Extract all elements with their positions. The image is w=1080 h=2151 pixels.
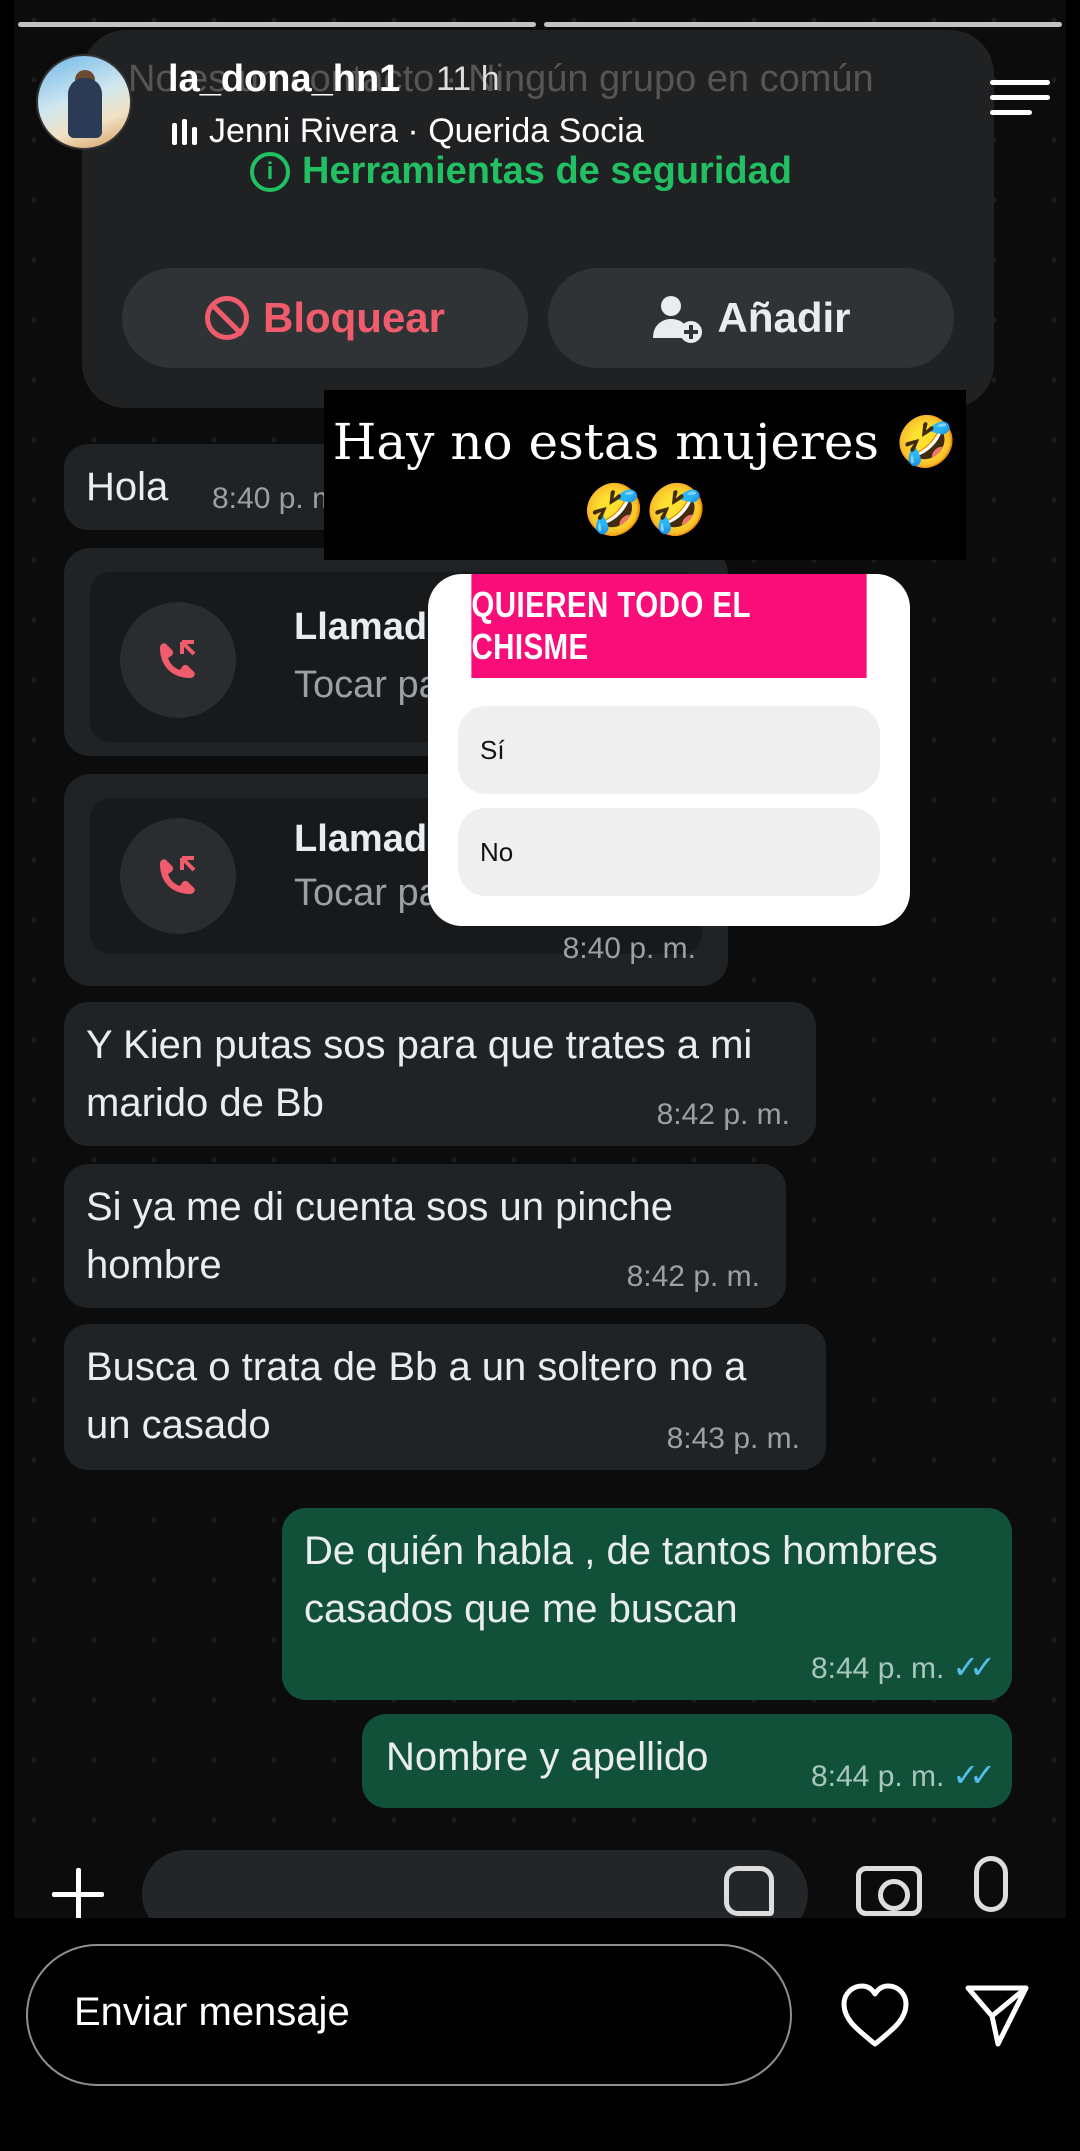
caption-line-1: Hay no estas mujeres 🤣 <box>332 413 958 471</box>
story-progress-bars <box>18 22 1062 27</box>
safety-tools-label: Herramientas de seguridad <box>302 150 792 192</box>
poll-question: QUIEREN TODO EL CHISME <box>471 574 867 678</box>
heart-icon[interactable] <box>838 1980 912 2050</box>
story-caption: Hay no estas mujeres 🤣 🤣🤣 <box>324 390 966 560</box>
message-time: 8:43 p. m. <box>666 1422 800 1455</box>
message-bubble-incoming: Si ya me di cuenta sos un pinche hombre … <box>64 1164 786 1308</box>
microphone-icon <box>974 1856 1008 1931</box>
add-label: Añadir <box>717 294 851 341</box>
caption-line-2: 🤣🤣 <box>582 481 708 539</box>
safety-tools-link: i Herramientas de seguridad <box>250 150 792 193</box>
message-time: 8:44 p. m. <box>810 1760 945 1793</box>
message-time: 8:42 p. m. <box>656 1098 790 1131</box>
message-text: Hola <box>86 465 169 509</box>
story-progress-segment <box>18 22 536 27</box>
missed-call-icon <box>120 602 236 718</box>
poll-option-yes[interactable]: Sí <box>458 706 880 794</box>
read-receipt-icon: ✓✓ <box>952 1757 996 1793</box>
message-bubble-outgoing: De quién habla , de tantos hombres casad… <box>282 1508 1012 1700</box>
sticker-icon <box>724 1866 774 1916</box>
camera-icon <box>856 1866 922 1916</box>
message-time: 8:44 p. m. <box>810 1652 945 1685</box>
missed-call-icon <box>120 818 236 934</box>
message-time: 8:42 p. m. <box>626 1260 760 1293</box>
story-progress-segment <box>544 22 1062 27</box>
add-contact-button: Añadir <box>548 268 954 368</box>
block-button: Bloquear <box>122 268 528 368</box>
story-frame: No es un contacto · Ningún grupo en comú… <box>0 0 1080 1840</box>
send-icon[interactable] <box>962 1980 1032 2050</box>
menu-icon[interactable] <box>990 80 1050 116</box>
music-sticker[interactable]: Jenni Rivera · Querida Socia <box>172 112 644 151</box>
message-bubble-incoming: Hola 8:40 p. m. <box>64 444 364 530</box>
message-bubble-incoming: Y Kien putas sos para que trates a mi ma… <box>64 1002 816 1146</box>
message-text: Nombre y apellido <box>386 1735 709 1779</box>
story-time-ago: 11 h <box>436 60 500 98</box>
story-header: la_dona_hn1 11 h Jenni Rivera · Querida … <box>36 54 1050 154</box>
poll-sticker: QUIEREN TODO EL CHISME Sí No <box>428 574 910 926</box>
info-icon: i <box>250 151 290 192</box>
message-bubble-incoming: Busca o trata de Bb a un soltero no a un… <box>64 1324 826 1470</box>
poll-option-no[interactable]: No <box>458 808 880 896</box>
reply-input[interactable]: Enviar mensaje <box>26 1944 792 2086</box>
block-label: Bloquear <box>262 294 446 341</box>
music-title: Jenni Rivera · Querida Socia <box>209 112 644 150</box>
story-username[interactable]: la_dona_hn1 <box>168 58 400 101</box>
message-bubble-outgoing: Nombre y apellido 8:44 p. m. ✓✓ <box>362 1714 1012 1808</box>
add-person-icon <box>653 296 703 343</box>
message-meta: 8:44 p. m. ✓✓ <box>810 1756 996 1794</box>
read-receipt-icon: ✓✓ <box>952 1649 996 1685</box>
music-bars-icon <box>172 118 197 145</box>
message-time: 8:40 p. m. <box>562 932 696 965</box>
message-meta: 8:44 p. m. ✓✓ <box>810 1648 996 1686</box>
block-icon <box>204 296 249 340</box>
plus-icon <box>52 1868 104 1920</box>
avatar[interactable] <box>36 54 132 150</box>
reply-placeholder: Enviar mensaje <box>74 1990 350 2034</box>
message-text: De quién habla , de tantos hombres casad… <box>304 1529 938 1631</box>
